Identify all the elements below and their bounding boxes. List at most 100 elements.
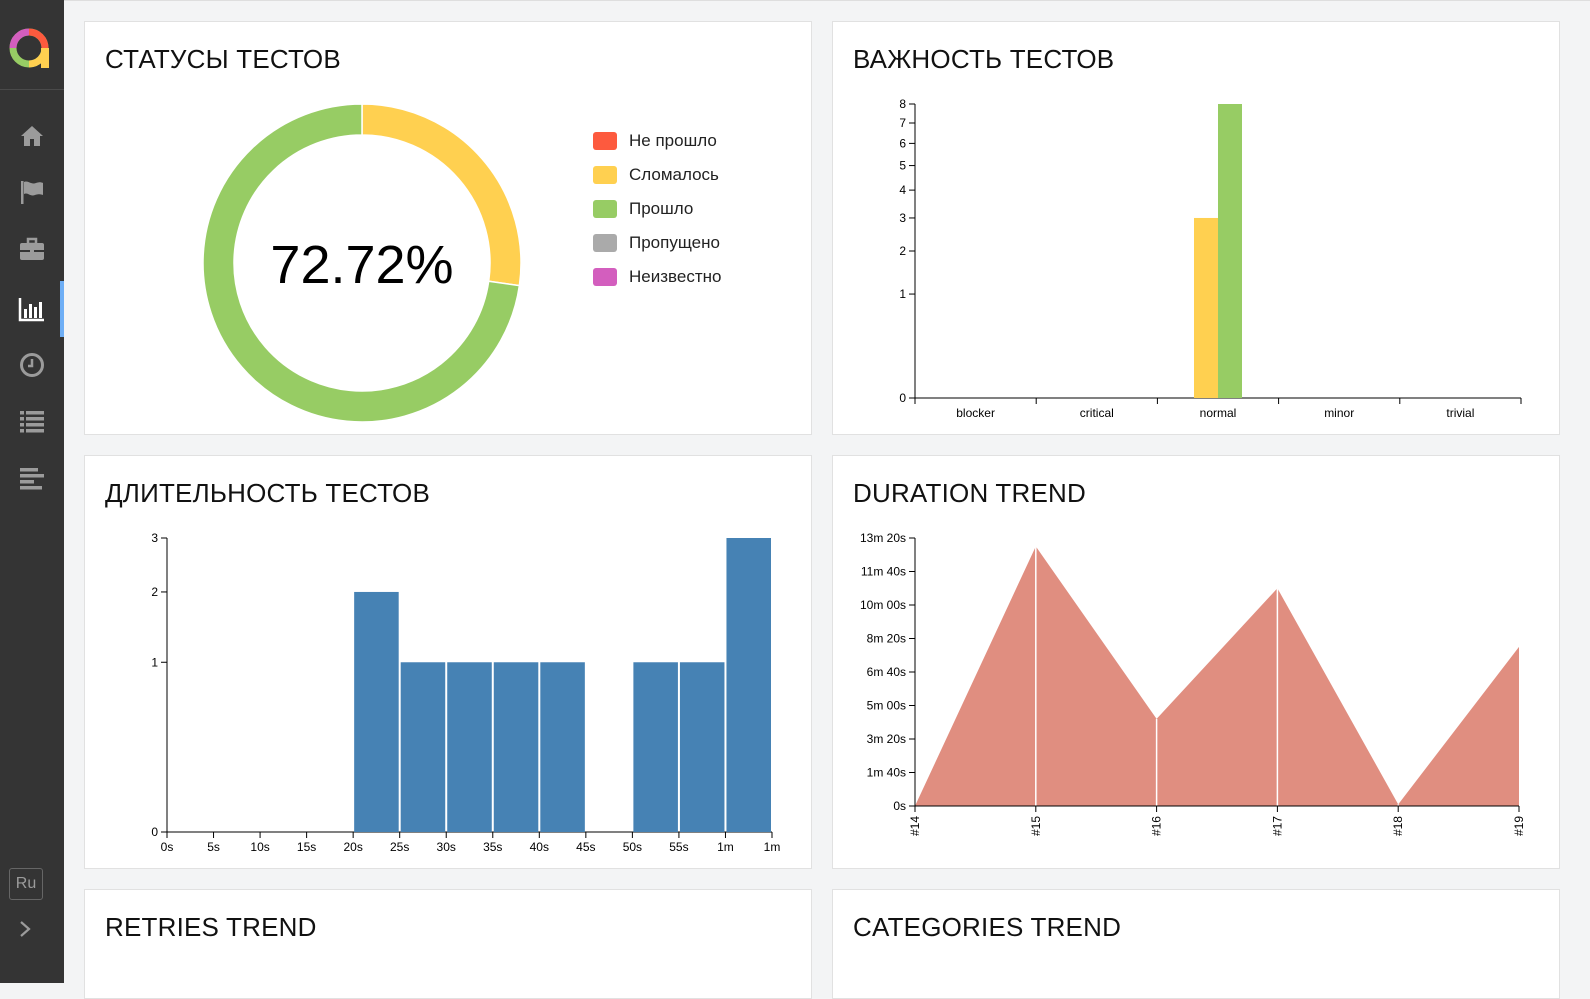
x-tick-label: 1m (717, 840, 734, 854)
legend-swatch (593, 132, 617, 150)
nav-packages[interactable] (0, 450, 64, 506)
nav-graphs[interactable] (0, 281, 64, 337)
x-tick-label: 0s (161, 840, 174, 854)
status-legend: Не прошло Сломалось Прошло Пропущено Неизвес… (593, 124, 721, 294)
clock-icon (20, 353, 44, 377)
bar-chart-icon (18, 298, 44, 322)
pie-center-label: 72.72% (270, 235, 453, 295)
x-tick-label: normal (1200, 406, 1237, 420)
x-tick-label: 45s (576, 840, 595, 854)
y-tick-label: 0s (893, 799, 906, 813)
duration-histogram: 01230s 5s 10s 15s 20s 25s 30s 35s 40s 45s 50s 55s 1m… (151, 531, 781, 854)
y-tick-label: 6m 40s (867, 665, 906, 679)
y-tick-label: 1 (899, 287, 906, 301)
severity-bar-chart: 0 1 2 3 4 5 6 7 8 blocker critical normal minor trivi… (899, 97, 1522, 420)
x-tick-label: 55s (669, 840, 688, 854)
legend-label: Неизвестно (629, 267, 722, 286)
home-icon (21, 126, 43, 146)
y-tick-label: 8 (899, 97, 906, 111)
x-tick-label: trivial (1446, 406, 1474, 420)
x-tick-label: blocker (956, 406, 995, 420)
legend-item[interactable]: Не прошло (593, 124, 721, 158)
legend-swatch (593, 166, 617, 184)
x-tick-label: #17 (1270, 816, 1284, 836)
chevron-right-icon[interactable] (14, 918, 36, 940)
nav-overview[interactable] (0, 108, 64, 164)
x-tick-label: 10s (250, 840, 269, 854)
legend-swatch (593, 200, 617, 218)
y-tick-label: 1 (151, 655, 158, 669)
duration-trend-chart: 0s 1m 40s 3m 20s 5m 00s 6m 40s 8m 20s 10m 00s 1… (860, 531, 1526, 836)
x-tick-label: 30s (437, 840, 456, 854)
legend-label: Не прошло (629, 131, 717, 150)
nav-timeline[interactable] (0, 337, 64, 393)
y-axis: 0s 1m 40s 3m 20s 5m 00s 6m 40s 8m 20s 10m 00s 1… (860, 531, 916, 813)
y-tick-label: 11m 40s (861, 565, 906, 579)
y-axis: 0 1 2 3 (151, 531, 168, 839)
sidebar-divider (0, 89, 64, 90)
widget-severity: ВАЖНОСТЬ ТЕСТОВ 0 1 2 3 4 5 6 7 8 blocker critical… (832, 21, 1560, 435)
widget-duration: ДЛИТЕЛЬНОСТЬ ТЕСТОВ 0 1 2 3 0s 5s 10s 15s 20s 25s… (84, 455, 812, 869)
x-tick-label: minor (1324, 406, 1354, 420)
x-tick-label: #15 (1029, 816, 1043, 836)
briefcase-icon (20, 237, 44, 260)
duration-bar (679, 662, 725, 832)
y-tick-label: 3 (899, 211, 906, 225)
x-tick-label: 50s (623, 840, 642, 854)
y-tick-label: 4 (899, 183, 906, 197)
x-tick-label: 40s (530, 840, 549, 854)
y-tick-label: 7 (899, 116, 906, 130)
duration-bar (540, 662, 585, 832)
x-tick-label: 20s (343, 840, 362, 854)
x-tick-label: 15s (297, 840, 316, 854)
list-icon (20, 411, 44, 433)
x-tick-label: #18 (1391, 816, 1405, 836)
y-tick-label: 3m 20s (867, 732, 906, 746)
widget-title: RETRIES TREND (105, 912, 317, 942)
x-tick-label: #16 (1150, 816, 1164, 836)
duration-bar (400, 662, 446, 832)
language-button[interactable]: Ru (9, 868, 43, 900)
legend-item[interactable]: Пропущено (593, 226, 721, 260)
severity-bar (1194, 217, 1218, 398)
y-tick-label: 0 (151, 825, 158, 839)
legend-label: Сломалось (629, 165, 719, 184)
y-tick-label: 5 (899, 159, 906, 173)
x-tick-label: #19 (1512, 816, 1526, 836)
allure-logo-icon[interactable] (7, 26, 51, 70)
duration-bar (493, 662, 539, 832)
duration-bar (726, 538, 771, 832)
y-axis: 0 1 2 3 4 5 6 7 8 (899, 97, 916, 405)
legend-label: Пропущено (629, 233, 720, 252)
widget-title: CATEGORIES TREND (853, 912, 1122, 942)
y-tick-label: 0 (899, 391, 906, 405)
y-tick-label: 2 (899, 244, 906, 258)
legend-item[interactable]: Прошло (593, 192, 721, 226)
nav-categories[interactable] (0, 164, 64, 220)
legend-item[interactable]: Неизвестно (593, 260, 721, 294)
legend-label: Прошло (629, 199, 694, 218)
main-content: СТАТУСЫ ТЕСТОВ 72.72% Не прошло Сломалось… (64, 0, 1590, 999)
y-tick-label: 6 (899, 136, 906, 150)
y-tick-label: 8m 20s (867, 632, 906, 646)
x-tick-label: critical (1080, 406, 1114, 420)
y-tick-label: 2 (151, 585, 158, 599)
sidebar: Ru (0, 0, 64, 983)
x-tick-label: 5s (207, 840, 220, 854)
x-axis: blocker critical normal minor trivial (914, 397, 1522, 420)
nav-suites[interactable] (0, 221, 64, 277)
y-tick-label: 5m 00s (867, 699, 906, 713)
widget-statuses: СТАТУСЫ ТЕСТОВ 72.72% Не прошло Сломалось… (84, 21, 812, 435)
x-tick-label: 35s (483, 840, 502, 854)
timeline-icon (20, 468, 44, 490)
nav-behaviors[interactable] (0, 393, 64, 449)
severity-bar (1218, 104, 1242, 398)
legend-item[interactable]: Сломалось (593, 158, 721, 192)
y-tick-label: 3 (151, 531, 158, 545)
x-tick-label: 1m (764, 840, 781, 854)
duration-bar (633, 662, 678, 832)
x-axis: 0s 5s 10s 15s 20s 25s 30s 35s 40s 45s 50s 55s 1m 1m (161, 831, 781, 854)
x-axis: #14 #15 #16 #17 #18 #19 (908, 805, 1526, 836)
duration-bar (354, 591, 399, 832)
y-tick-label: 1m 40s (867, 766, 906, 780)
